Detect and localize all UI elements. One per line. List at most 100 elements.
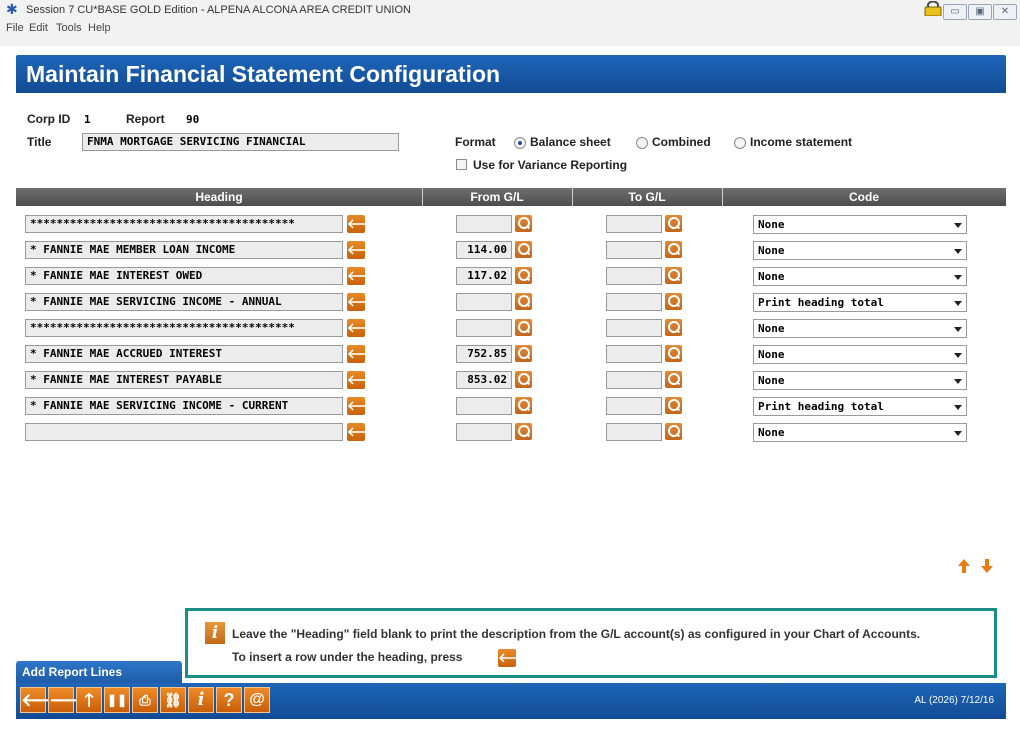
to-gl-lookup-icon[interactable]	[665, 215, 682, 232]
window-title: Session 7 CU*BASE GOLD Edition - ALPENA …	[26, 4, 411, 16]
from-gl-field[interactable]	[456, 215, 512, 233]
heading-field[interactable]	[25, 423, 343, 441]
minimize-button[interactable]: ▭	[943, 4, 967, 20]
code-select[interactable]: None	[753, 215, 967, 234]
to-gl-field[interactable]	[606, 267, 662, 285]
insert-row-left-arrow-icon[interactable]: 🡐	[347, 319, 382, 337]
from-gl-field[interactable]	[456, 293, 512, 311]
title-field[interactable]: FNMA MORTGAGE SERVICING FINANCIAL	[82, 133, 399, 151]
up-arrow-icon[interactable]: 🡑	[76, 687, 102, 713]
code-select-value: None	[758, 244, 785, 257]
corp-id-label: Corp ID	[27, 112, 71, 126]
from-gl-lookup-icon[interactable]	[515, 319, 532, 336]
pause-icon[interactable]: ❚❚	[104, 687, 130, 713]
insert-row-left-arrow-icon[interactable]: 🡐	[347, 215, 382, 233]
info-icon[interactable]: i	[188, 687, 214, 713]
from-gl-lookup-icon[interactable]	[515, 293, 532, 310]
code-select[interactable]: None	[753, 423, 967, 442]
variance-reporting-checkbox[interactable]	[456, 159, 467, 170]
code-select[interactable]: Print heading total	[753, 397, 967, 416]
from-gl-lookup-icon[interactable]	[515, 241, 532, 258]
from-gl-field[interactable]: 114.00	[456, 241, 512, 259]
to-gl-lookup-icon[interactable]	[665, 397, 682, 414]
format-balance-sheet-radio[interactable]	[514, 137, 526, 149]
to-gl-field[interactable]	[606, 345, 662, 363]
code-select-value: None	[758, 374, 785, 387]
insert-row-left-arrow-icon[interactable]: 🡐	[347, 397, 382, 415]
to-gl-lookup-icon[interactable]	[665, 267, 682, 284]
from-gl-field[interactable]	[456, 319, 512, 337]
heading-field[interactable]: ****************************************	[25, 215, 343, 233]
menu-edit[interactable]: Edit	[29, 22, 48, 34]
from-gl-lookup-icon[interactable]	[515, 345, 532, 362]
to-gl-lookup-icon[interactable]	[665, 319, 682, 336]
from-gl-lookup-icon[interactable]	[515, 267, 532, 284]
heading-field[interactable]: * FANNIE MAE ACCRUED INTEREST	[25, 345, 343, 363]
page-up-arrow-icon[interactable]	[957, 558, 971, 574]
insert-row-left-arrow-icon[interactable]: 🡐	[347, 293, 382, 311]
code-select[interactable]: None	[753, 371, 967, 390]
code-select[interactable]: None	[753, 241, 967, 260]
help-icon[interactable]: ?	[216, 687, 242, 713]
to-gl-field[interactable]	[606, 397, 662, 415]
insert-row-left-arrow-icon[interactable]: 🡐	[347, 241, 382, 259]
from-gl-field[interactable]	[456, 423, 512, 441]
code-select-value: Print heading total	[758, 296, 884, 309]
maximize-button[interactable]: ▣	[968, 4, 992, 20]
format-income-statement-radio[interactable]	[734, 137, 746, 149]
insert-row-left-arrow-icon[interactable]: 🡐	[347, 267, 382, 285]
to-gl-lookup-icon[interactable]	[665, 241, 682, 258]
to-gl-field[interactable]	[606, 319, 662, 337]
heading-field[interactable]: * FANNIE MAE INTEREST OWED	[25, 267, 343, 285]
to-gl-field[interactable]	[606, 215, 662, 233]
from-gl-lookup-icon[interactable]	[515, 215, 532, 232]
chevron-down-icon	[954, 327, 962, 332]
page-down-arrow-icon[interactable]	[980, 558, 994, 574]
add-report-lines-tab[interactable]: Add Report Lines	[16, 661, 182, 683]
to-gl-field[interactable]	[606, 241, 662, 259]
insert-row-left-arrow-icon[interactable]: 🡐	[347, 371, 382, 389]
heading-field[interactable]: * FANNIE MAE MEMBER LOAN INCOME	[25, 241, 343, 259]
insert-row-left-arrow-icon[interactable]: 🡐	[347, 345, 382, 363]
lock-icon[interactable]	[923, 1, 943, 16]
menu-tools[interactable]: Tools	[56, 22, 82, 34]
code-select[interactable]: None	[753, 267, 967, 286]
status-text: AL (2026) 7/12/16	[914, 695, 994, 706]
code-select[interactable]: Print heading total	[753, 293, 967, 312]
from-gl-lookup-icon[interactable]	[515, 371, 532, 388]
to-gl-lookup-icon[interactable]	[665, 345, 682, 362]
close-button[interactable]: ✕	[993, 4, 1017, 20]
heading-field[interactable]: * FANNIE MAE SERVICING INCOME - ANNUAL	[25, 293, 343, 311]
from-gl-field[interactable]: 853.02	[456, 371, 512, 389]
from-gl-lookup-icon[interactable]	[515, 423, 532, 440]
table-header: Heading From G/L To G/L Code	[16, 188, 1006, 206]
to-gl-field[interactable]	[606, 293, 662, 311]
menu-help[interactable]: Help	[88, 22, 111, 34]
code-select[interactable]: None	[753, 345, 967, 364]
report-value: 90	[186, 113, 200, 126]
at-icon[interactable]: @	[244, 687, 270, 713]
from-gl-lookup-icon[interactable]	[515, 397, 532, 414]
link-icon[interactable]: ⛓	[160, 687, 186, 713]
heading-field[interactable]: ****************************************	[25, 319, 343, 337]
print-icon[interactable]: ⎙	[132, 687, 158, 713]
format-combined-radio[interactable]	[636, 137, 648, 149]
from-gl-field[interactable]: 117.02	[456, 267, 512, 285]
heading-field[interactable]: * FANNIE MAE SERVICING INCOME - CURRENT	[25, 397, 343, 415]
code-select[interactable]: None	[753, 319, 967, 338]
menu-file[interactable]: File	[6, 22, 24, 34]
insert-row-left-arrow-icon[interactable]: 🡐	[347, 423, 382, 441]
to-gl-field[interactable]	[606, 371, 662, 389]
to-gl-lookup-icon[interactable]	[665, 371, 682, 388]
to-gl-field[interactable]	[606, 423, 662, 441]
from-gl-field[interactable]	[456, 397, 512, 415]
forward-arrow-icon[interactable]: 🡒	[48, 687, 97, 713]
title-bar: ✱ Session 7 CU*BASE GOLD Edition - ALPEN…	[0, 0, 1020, 20]
back-arrow-icon[interactable]: 🡐	[20, 687, 69, 713]
from-gl-field[interactable]: 752.85	[456, 345, 512, 363]
to-gl-lookup-icon[interactable]	[665, 423, 682, 440]
code-select-value: None	[758, 348, 785, 361]
to-gl-lookup-icon[interactable]	[665, 293, 682, 310]
heading-field[interactable]: * FANNIE MAE INTEREST PAYABLE	[25, 371, 343, 389]
chevron-down-icon	[954, 223, 962, 228]
